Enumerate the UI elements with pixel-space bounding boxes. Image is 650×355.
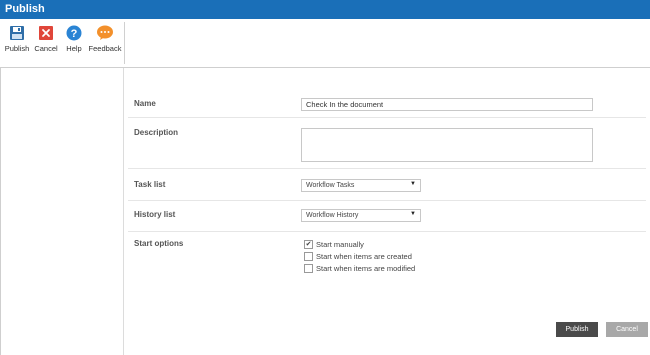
ribbon-toolbar: Publish Cancel ? Help Feedback: [0, 19, 650, 68]
dropdown-arrow-icon: ▼: [410, 181, 416, 187]
checkbox-icon[interactable]: [304, 251, 313, 261]
feedback-icon: [97, 25, 113, 40]
start-on-create-option[interactable]: Start when items are created: [304, 251, 412, 262]
help-icon: ?: [66, 25, 82, 41]
description-label: Description: [134, 128, 179, 137]
task-list-label: Task list: [134, 180, 166, 189]
ribbon-publish-button[interactable]: Publish: [4, 25, 30, 53]
publish-button[interactable]: Publish: [556, 322, 598, 337]
history-list-label: History list: [134, 210, 176, 219]
task-list-select[interactable]: Workflow Tasks ▼: [301, 179, 421, 192]
history-list-select[interactable]: Workflow History ▼: [301, 209, 421, 222]
save-icon: [10, 26, 24, 40]
svg-text:?: ?: [71, 28, 78, 40]
left-pane: [4, 68, 124, 355]
start-manually-option[interactable]: ✔ Start manually: [304, 239, 364, 250]
cancel-button[interactable]: Cancel: [606, 322, 648, 337]
checkbox-checked-icon[interactable]: ✔: [304, 239, 313, 249]
window-title: Publish: [5, 3, 45, 15]
ribbon-help-label: Help: [66, 44, 82, 53]
close-icon: [39, 26, 53, 40]
start-on-create-label: Start when items are created: [316, 252, 412, 261]
ribbon-feedback-button[interactable]: Feedback: [88, 25, 122, 53]
history-list-value: Workflow History: [306, 212, 359, 219]
task-list-value: Workflow Tasks: [306, 182, 355, 189]
ribbon-publish-label: Publish: [4, 44, 30, 53]
ribbon-help-button[interactable]: ? Help: [63, 25, 85, 53]
ribbon-cancel-label: Cancel: [34, 44, 58, 53]
start-options-label: Start options: [134, 239, 184, 248]
ribbon-separator: [124, 22, 125, 64]
name-label: Name: [134, 99, 156, 108]
left-border: [0, 68, 1, 355]
start-on-modify-label: Start when items are modified: [316, 264, 416, 273]
start-on-modify-option[interactable]: Start when items are modified: [304, 263, 416, 274]
title-bar: Publish: [0, 0, 650, 19]
dropdown-arrow-icon: ▼: [410, 211, 416, 217]
checkbox-icon[interactable]: [304, 263, 313, 273]
start-manually-label: Start manually: [316, 240, 364, 249]
ribbon-cancel-button[interactable]: Cancel: [33, 25, 59, 53]
name-input[interactable]: Check In the document: [301, 98, 593, 111]
ribbon-feedback-label: Feedback: [88, 44, 122, 53]
description-textarea[interactable]: [301, 128, 593, 162]
